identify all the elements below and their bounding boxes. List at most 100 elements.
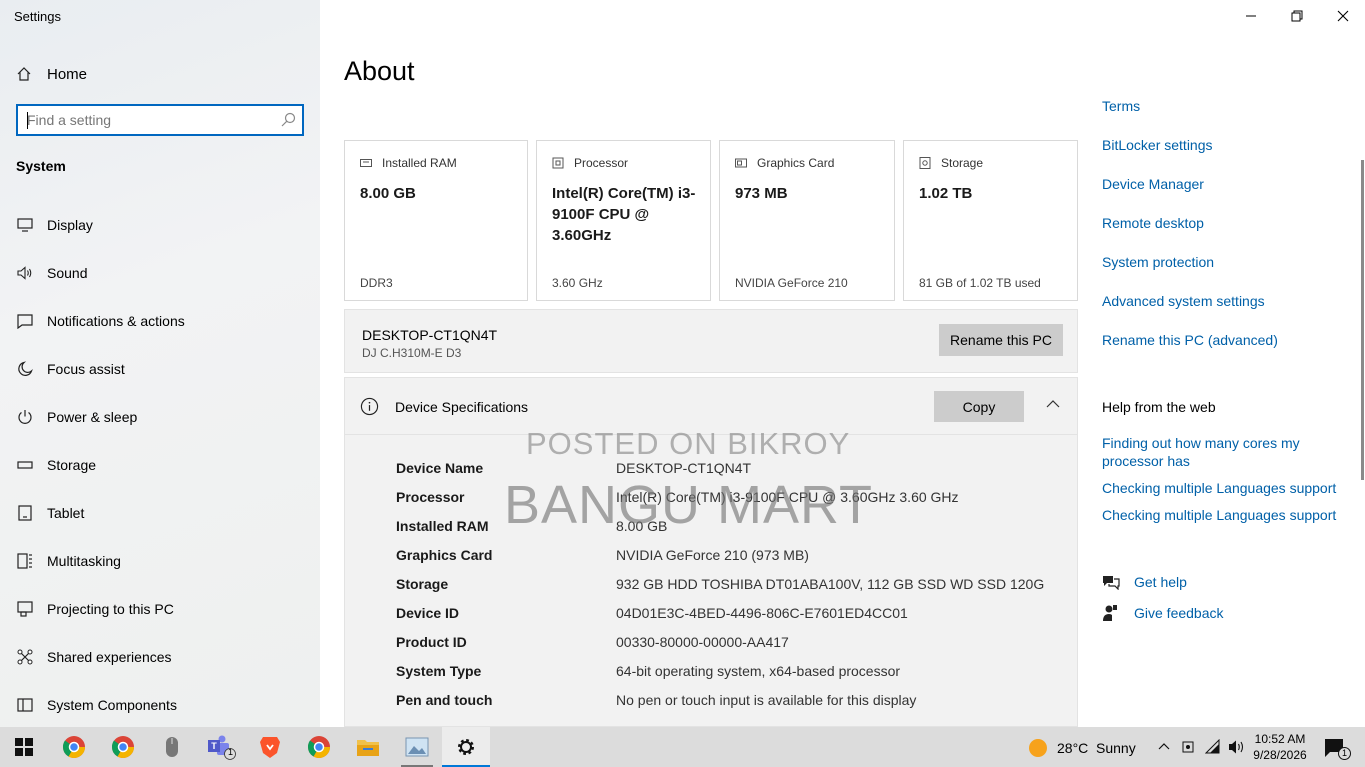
link-system-protection[interactable]: System protection <box>1102 254 1214 270</box>
sidebar-item-label: Power & sleep <box>47 409 138 425</box>
chevron-up-icon[interactable] <box>1158 742 1170 750</box>
card-label: Graphics Card <box>757 156 835 170</box>
card-subtext: NVIDIA GeForce 210 <box>735 276 848 290</box>
card-processor: Processor Intel(R) Core(TM) i3-9100F CPU… <box>536 140 711 301</box>
taskbar-file-explorer[interactable] <box>344 727 392 767</box>
sidebar-item-projecting[interactable]: Projecting to this PC <box>16 597 306 621</box>
spec-value: No pen or touch input is available for t… <box>616 692 917 708</box>
sidebar-item-label: Notifications & actions <box>47 313 185 329</box>
notification-center-button[interactable]: 1 <box>1320 735 1351 761</box>
spec-value: NVIDIA GeForce 210 (973 MB) <box>616 547 809 563</box>
home-icon <box>17 67 31 81</box>
spec-key: Product ID <box>396 634 467 650</box>
close-icon <box>1337 10 1349 22</box>
card-value: 8.00 GB <box>360 185 416 202</box>
sidebar-item-focus-assist[interactable]: Focus assist <box>16 357 306 381</box>
link-bitlocker-settings[interactable]: BitLocker settings <box>1102 137 1213 153</box>
spec-key: System Type <box>396 663 482 679</box>
sidebar: Settings Home System Display Sound Notif… <box>0 0 320 727</box>
help-heading: Help from the web <box>1102 399 1216 415</box>
spec-value: 64-bit operating system, x64-based proce… <box>616 663 901 679</box>
link-advanced-system-settings[interactable]: Advanced system settings <box>1102 293 1265 309</box>
mouse-icon <box>166 737 178 757</box>
spec-key: Device ID <box>396 605 460 621</box>
taskbar-teams[interactable]: T 1 <box>197 727 245 767</box>
spec-key: Processor <box>396 489 465 505</box>
sidebar-item-label: Focus assist <box>47 361 125 377</box>
link-remote-desktop[interactable]: Remote desktop <box>1102 215 1204 231</box>
pc-name: DESKTOP-CT1QN4T <box>362 327 498 343</box>
svg-text:T: T <box>211 741 217 751</box>
sidebar-item-label: System Components <box>47 697 177 713</box>
link-languages-support-2[interactable]: Checking multiple Languages support <box>1102 507 1336 523</box>
wifi-icon[interactable] <box>1205 739 1223 755</box>
spec-key: Storage <box>396 576 449 592</box>
link-languages-support[interactable]: Checking multiple Languages support <box>1102 480 1336 496</box>
search-icon[interactable] <box>280 112 296 128</box>
taskbar: T 1 28°C Sunny 10:52 AM 9/28/2026 1 <box>0 727 1365 767</box>
sidebar-item-label: Shared experiences <box>47 649 172 665</box>
give-feedback-link[interactable]: Give feedback <box>1102 603 1224 623</box>
start-button[interactable] <box>0 727 48 767</box>
sidebar-item-tablet[interactable]: Tablet <box>16 501 306 525</box>
taskbar-mouse[interactable] <box>148 727 196 767</box>
spec-value: 04D01E3C-4BED-4496-806C-E7601ED4CC01 <box>616 605 908 621</box>
card-value: 973 MB <box>735 185 788 202</box>
sidebar-item-storage[interactable]: Storage <box>16 453 306 477</box>
link-terms[interactable]: Terms <box>1102 98 1140 114</box>
taskbar-chrome-3[interactable] <box>295 727 343 767</box>
taskbar-chrome-2[interactable] <box>99 727 147 767</box>
home-nav-item[interactable]: Home <box>16 63 87 85</box>
search-box[interactable] <box>16 104 304 136</box>
meet-now-icon[interactable] <box>1181 739 1197 755</box>
sidebar-item-system-components[interactable]: System Components <box>16 693 306 717</box>
sidebar-item-power-sleep[interactable]: Power & sleep <box>16 405 306 429</box>
scrollbar[interactable] <box>1361 160 1364 480</box>
sidebar-item-sound[interactable]: Sound <box>16 261 306 285</box>
taskbar-photos[interactable] <box>393 727 441 767</box>
volume-icon[interactable] <box>1228 739 1246 755</box>
link-cores-help[interactable]: Finding out how many cores my processor … <box>1102 434 1332 470</box>
spec-value: 00330-80000-00000-AA417 <box>616 634 789 650</box>
search-input[interactable] <box>27 111 267 129</box>
app-title: Settings <box>14 9 61 24</box>
card-subtext: 81 GB of 1.02 TB used <box>919 276 1041 290</box>
card-subtext: 3.60 GHz <box>552 276 603 290</box>
system-components-icon <box>16 696 34 714</box>
processor-icon <box>552 157 564 169</box>
speaker-icon <box>16 264 34 282</box>
taskbar-brave[interactable] <box>246 727 294 767</box>
folder-icon <box>357 740 379 756</box>
give-feedback-label: Give feedback <box>1134 605 1224 621</box>
sidebar-item-label: Sound <box>47 265 88 281</box>
clock-date: 9/28/2026 <box>1253 748 1307 762</box>
pc-name-panel: DESKTOP-CT1QN4T DJ C.H310M-E D3 Rename t… <box>344 309 1078 373</box>
pc-model: DJ C.H310M-E D3 <box>362 346 462 360</box>
taskbar-settings[interactable] <box>442 727 490 767</box>
rename-pc-button[interactable]: Rename this PC <box>939 324 1063 356</box>
page-title: About <box>344 56 415 86</box>
minimize-button[interactable] <box>1228 0 1274 32</box>
taskbar-chrome-1[interactable] <box>50 727 98 767</box>
sidebar-item-notifications[interactable]: Notifications & actions <box>16 309 306 333</box>
sidebar-item-multitasking[interactable]: Multitasking <box>16 549 306 573</box>
copy-button[interactable]: Copy <box>934 391 1024 422</box>
clock-time: 10:52 AM <box>1254 732 1306 746</box>
chevron-up-icon[interactable] <box>1045 398 1061 410</box>
storage-icon <box>16 456 34 474</box>
section-heading: System <box>16 158 66 174</box>
sidebar-item-display[interactable]: Display <box>16 213 306 237</box>
get-help-link[interactable]: Get help <box>1102 572 1187 592</box>
shared-experiences-icon <box>16 648 34 666</box>
sidebar-item-label: Display <box>47 217 93 233</box>
sidebar-item-shared-experiences[interactable]: Shared experiences <box>16 645 306 669</box>
weather-description: Sunny <box>1096 740 1136 756</box>
text-cursor <box>27 112 28 129</box>
minimize-icon <box>1246 15 1256 17</box>
info-icon <box>360 397 379 416</box>
restore-button[interactable] <box>1274 0 1320 32</box>
link-rename-pc-advanced[interactable]: Rename this PC (advanced) <box>1102 332 1278 348</box>
clock[interactable]: 10:52 AM 9/28/2026 <box>1250 731 1310 763</box>
link-device-manager[interactable]: Device Manager <box>1102 176 1204 192</box>
close-button[interactable] <box>1320 0 1365 32</box>
